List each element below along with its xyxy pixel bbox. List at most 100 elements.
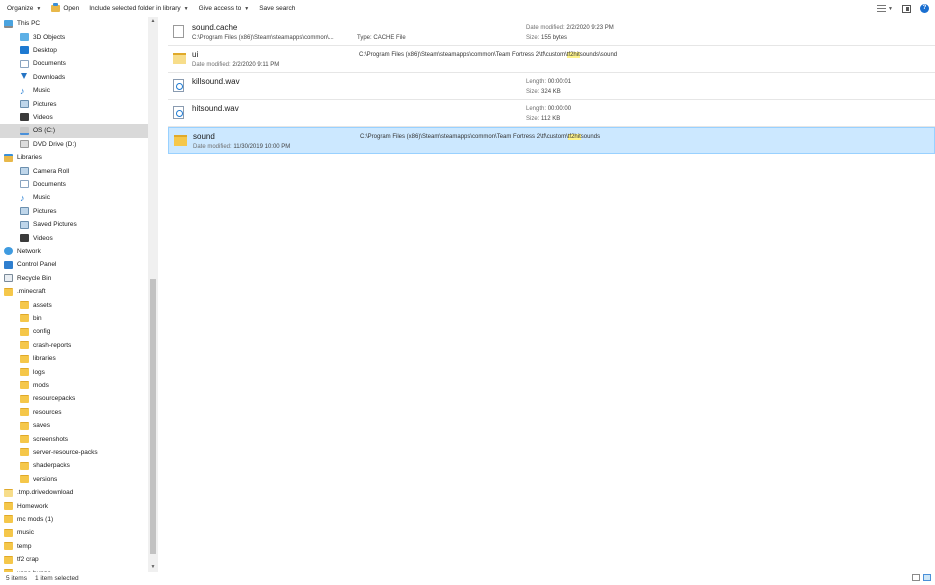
nav-item-saved-pictures[interactable]: Saved Pictures bbox=[0, 218, 148, 231]
down-icon bbox=[20, 73, 29, 81]
open-folder-icon bbox=[51, 3, 61, 12]
nav-item-label: Homework bbox=[17, 502, 49, 510]
nav-item-dvd-drive-d[interactable]: DVD Drive (D:) bbox=[0, 138, 148, 151]
size-label: Size: bbox=[526, 116, 540, 122]
list-item-hitsound[interactable]: hitsound.wav Length: 00:00:00 Size: 112 … bbox=[168, 100, 935, 127]
command-bar: Organize ▼ Open Include selected folder … bbox=[0, 0, 935, 17]
list-item-sound[interactable]: sound Date modified: 11/30/2019 10:00 PM… bbox=[168, 127, 935, 154]
nav-item-videos[interactable]: Videos bbox=[0, 231, 148, 244]
nav-scrollbar[interactable]: ▲ ▼ bbox=[148, 17, 158, 572]
nav-item-music[interactable]: ♪ Music bbox=[0, 191, 148, 204]
nav-item-camera-roll[interactable]: Camera Roll bbox=[0, 164, 148, 177]
nav-item-label: screenshots bbox=[33, 435, 69, 443]
drive-icon bbox=[20, 126, 29, 135]
nav-item-bin[interactable]: bin bbox=[0, 312, 148, 325]
scroll-down-icon[interactable]: ▼ bbox=[148, 563, 158, 572]
nav-item-3d-objects[interactable]: 3D Objects bbox=[0, 30, 148, 43]
nav-item-documents[interactable]: Documents bbox=[0, 178, 148, 191]
nav-item-recycle-bin[interactable]: Recycle Bin bbox=[0, 272, 148, 285]
nav-item-label: Recycle Bin bbox=[17, 274, 52, 282]
nav-item-crash-reports[interactable]: crash-reports bbox=[0, 339, 148, 352]
save-search-label: Save search bbox=[259, 5, 296, 12]
path-prefix: C:\Program Files (x86)\Steam\steamapps\c… bbox=[360, 134, 568, 140]
desk-icon bbox=[20, 46, 29, 55]
nav-item-label: resources bbox=[33, 408, 62, 416]
nav-item-music[interactable]: music bbox=[0, 526, 148, 539]
list-item-ui[interactable]: ui Date modified: 2/2/2020 9:11 PM C:\Pr… bbox=[168, 46, 935, 73]
nav-item-desktop[interactable]: Desktop bbox=[0, 44, 148, 57]
nav-item-documents[interactable]: Documents bbox=[0, 57, 148, 70]
nav-item-downloads[interactable]: Downloads bbox=[0, 71, 148, 84]
save-search-button[interactable]: Save search bbox=[259, 0, 295, 17]
date-modified-label: Date modified: bbox=[192, 62, 231, 68]
nav-item-os-c[interactable]: OS (C:) bbox=[0, 124, 148, 138]
open-button[interactable]: Open bbox=[51, 0, 79, 17]
organize-button[interactable]: Organize ▼ bbox=[7, 0, 41, 17]
folder-icon bbox=[20, 408, 29, 417]
give-access-button[interactable]: Give access to ▼ bbox=[199, 0, 250, 17]
nav-item-pictures[interactable]: Pictures bbox=[0, 205, 148, 218]
nav-item-screenshots[interactable]: screenshots bbox=[0, 432, 148, 445]
pic-icon bbox=[20, 167, 29, 176]
nav-item-libraries[interactable]: libraries bbox=[0, 352, 148, 365]
nav-item-tf2-crap[interactable]: tf2 crap bbox=[0, 553, 148, 566]
nav-item-mc-mods-1[interactable]: mc mods (1) bbox=[0, 513, 148, 526]
date-modified-value: 11/30/2019 10:00 PM bbox=[233, 144, 291, 150]
folder-icon bbox=[4, 555, 13, 564]
folder-icon bbox=[4, 502, 13, 511]
nav-item-label: .tmp.drivedownload bbox=[17, 489, 74, 497]
nav-item-logs[interactable]: logs bbox=[0, 365, 148, 378]
nav-item-network[interactable]: Network bbox=[0, 245, 148, 258]
nav-item-resourcepacks[interactable]: resourcepacks bbox=[0, 392, 148, 405]
nav-item-server-resource-packs[interactable]: server-resource-packs bbox=[0, 446, 148, 459]
nav-item-homework[interactable]: Homework bbox=[0, 499, 148, 512]
date-modified: Date modified: 11/30/2019 10:00 PM bbox=[193, 144, 290, 150]
nav-item-versions[interactable]: versions bbox=[0, 473, 148, 486]
file-size: Size: 112 KB bbox=[526, 116, 560, 122]
nav-item-resources[interactable]: resources bbox=[0, 406, 148, 419]
preview-pane-icon bbox=[902, 4, 911, 13]
pic-icon bbox=[20, 207, 29, 216]
nav-item-videos[interactable]: Videos bbox=[0, 111, 148, 124]
nav-item-minecraft[interactable]: .minecraft bbox=[0, 285, 148, 298]
folder-icon bbox=[20, 368, 29, 377]
details-view-icon[interactable] bbox=[912, 574, 920, 581]
nav-item-label: tf2 crap bbox=[17, 556, 39, 564]
nav-item-temp[interactable]: temp bbox=[0, 540, 148, 553]
nav-item-config[interactable]: config bbox=[0, 325, 148, 338]
file-size: Size: 155 bytes bbox=[526, 35, 567, 41]
nav-item-label: Downloads bbox=[33, 73, 66, 81]
music-icon: ♪ bbox=[20, 192, 25, 203]
music-icon: ♪ bbox=[20, 85, 25, 96]
nav-item-tmp-drivedownload[interactable]: .tmp.drivedownload bbox=[0, 486, 148, 499]
folder-icon bbox=[4, 515, 13, 524]
nav-item-pictures[interactable]: Pictures bbox=[0, 97, 148, 110]
scroll-up-icon[interactable]: ▲ bbox=[148, 17, 158, 26]
size-label: Size: bbox=[526, 89, 540, 95]
folder-icon bbox=[4, 488, 13, 497]
nav-item-label: libraries bbox=[33, 355, 56, 363]
folder-icon bbox=[174, 135, 187, 146]
item-count: 5 items bbox=[6, 575, 27, 582]
dvd-icon bbox=[20, 140, 29, 149]
nav-item-shaderpacks[interactable]: shaderpacks bbox=[0, 459, 148, 472]
nav-item-music[interactable]: ♪ Music bbox=[0, 84, 148, 97]
nav-item-mods[interactable]: mods bbox=[0, 379, 148, 392]
length-label: Length: bbox=[526, 106, 547, 112]
include-in-library-button[interactable]: Include selected folder in library ▼ bbox=[89, 0, 188, 17]
net-icon bbox=[4, 247, 13, 256]
list-item-sound-cache[interactable]: sound.cache C:\Program Files (x86)\Steam… bbox=[168, 19, 935, 46]
list-item-killsound[interactable]: killsound.wav Length: 00:00:01 Size: 324… bbox=[168, 73, 935, 100]
preview-pane-button[interactable] bbox=[902, 4, 911, 13]
change-view-button[interactable]: ▼ bbox=[877, 5, 893, 12]
nav-item-assets[interactable]: assets bbox=[0, 298, 148, 311]
help-button[interactable]: ? bbox=[920, 4, 929, 13]
scroll-thumb[interactable] bbox=[150, 279, 156, 554]
nav-item-control-panel[interactable]: Control Panel bbox=[0, 258, 148, 271]
large-icons-view-icon[interactable] bbox=[923, 574, 931, 581]
date-modified-label: Date modified: bbox=[526, 25, 565, 31]
nav-item-this-pc[interactable]: This PC bbox=[0, 17, 148, 30]
nav-item-libraries[interactable]: Libraries bbox=[0, 151, 148, 164]
nav-item-label: 3D Objects bbox=[33, 33, 66, 41]
nav-item-saves[interactable]: saves bbox=[0, 419, 148, 432]
